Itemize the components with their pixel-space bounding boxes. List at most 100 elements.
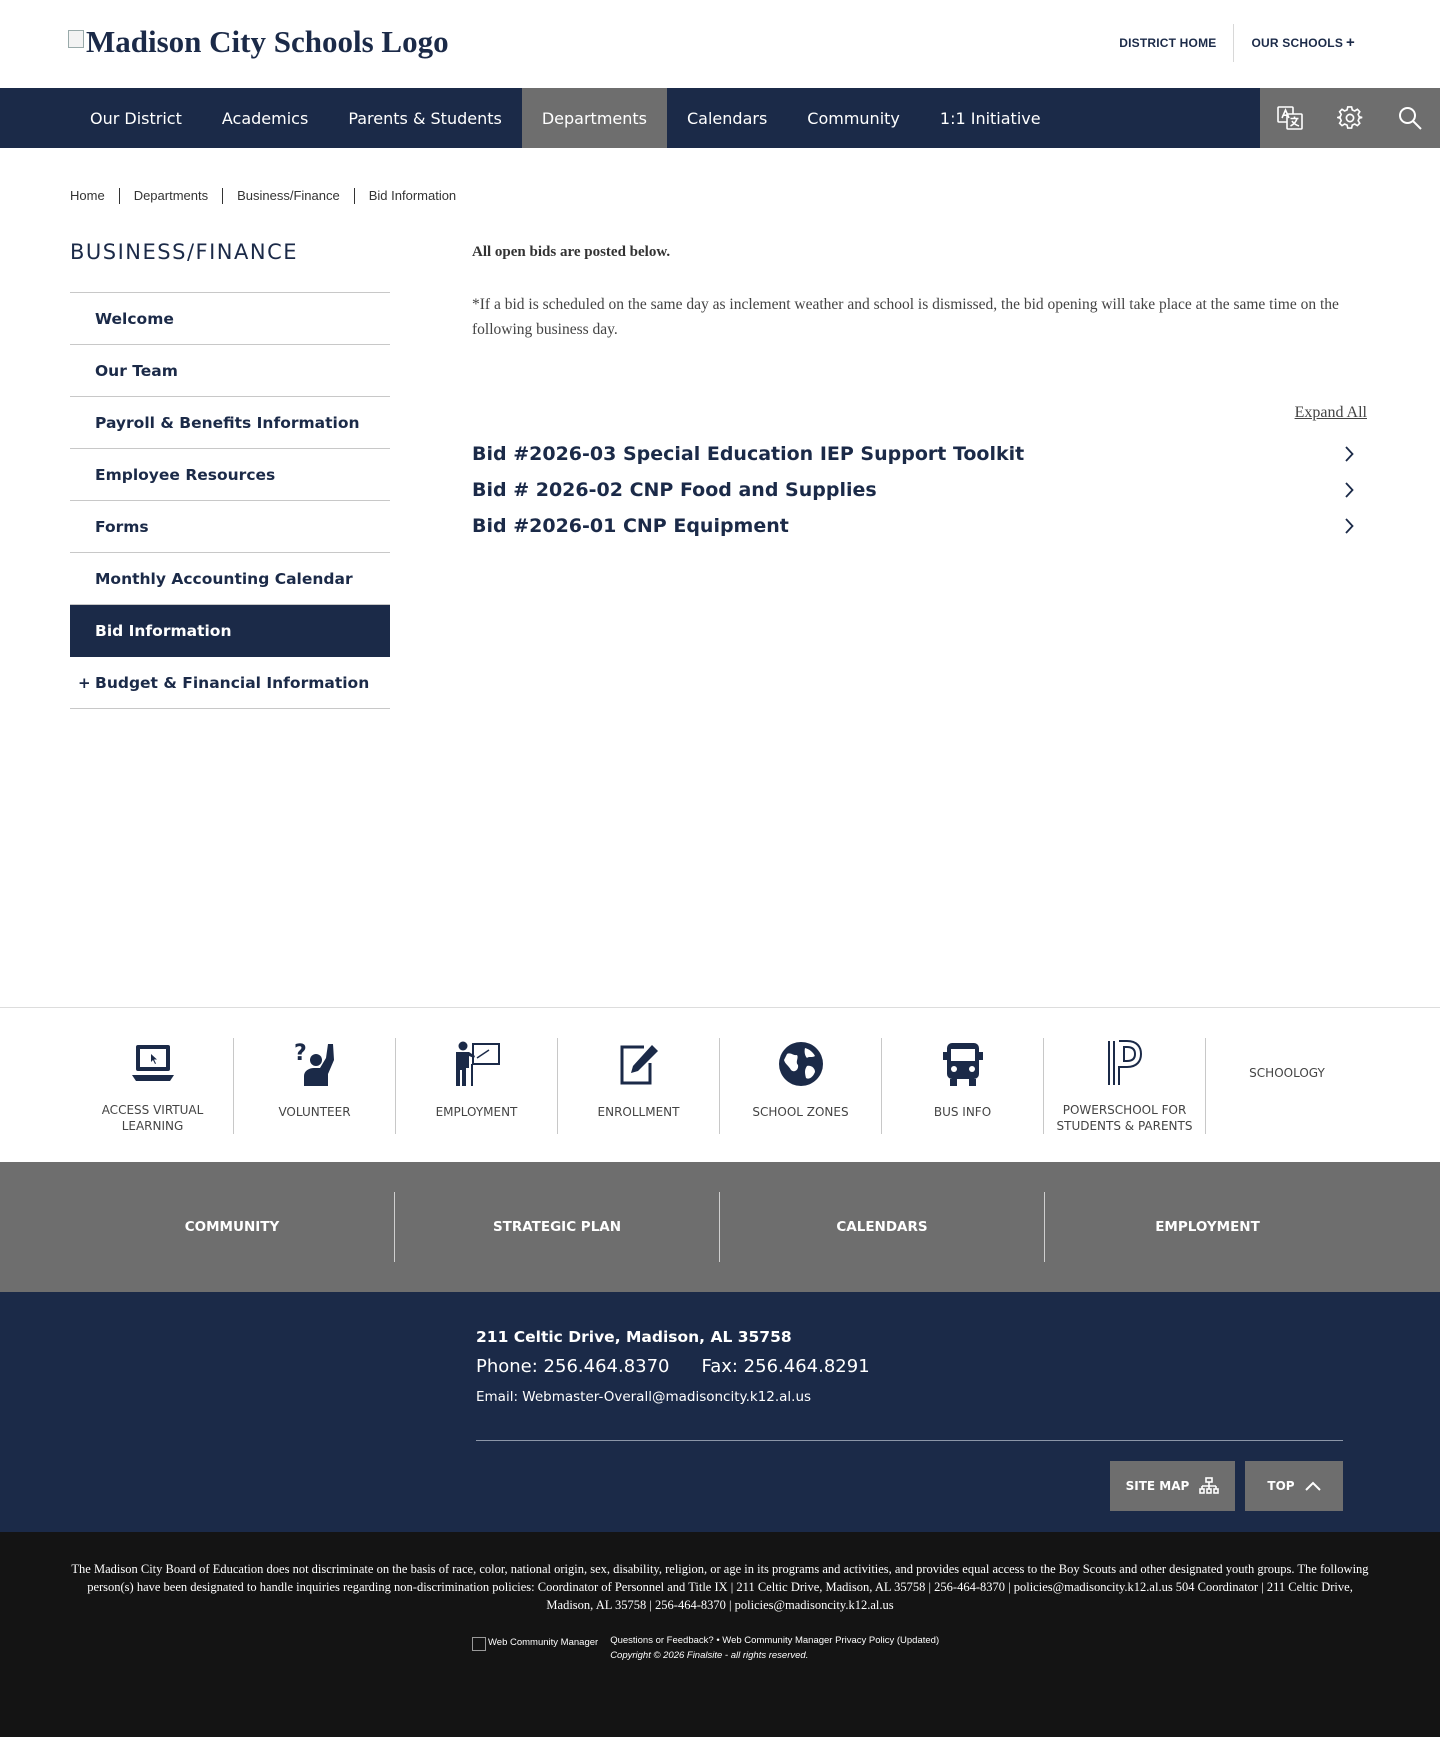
sidebar-item-bid-information[interactable]: Bid Information [70, 605, 390, 657]
nav-departments[interactable]: Departments [521, 88, 667, 148]
back-to-top-button[interactable]: TOP [1245, 1461, 1343, 1511]
breadcrumb-current: Bid Information [353, 188, 470, 204]
site-header: Madison City Schools Logo DISTRICT HOME … [0, 0, 1440, 88]
sidebar-item-employee-resources[interactable]: Employee Resources [70, 449, 390, 501]
footer-link-community[interactable]: COMMUNITY [70, 1192, 395, 1262]
nav-our-district[interactable]: Our District [70, 88, 202, 148]
sidebar-item-forms[interactable]: Forms [70, 501, 390, 553]
nav-one-to-one-initiative[interactable]: 1:1 Initiative [920, 88, 1061, 148]
nav-community[interactable]: Community [787, 88, 920, 148]
sidebar-item-monthly-accounting-calendar[interactable]: Monthly Accounting Calendar [70, 553, 390, 605]
bid-item-2026-03[interactable]: Bid #2026-03 Special Education IEP Suppo… [472, 436, 1367, 472]
main-navigation: Our District Academics Parents & Student… [0, 88, 1440, 148]
broken-image-icon [68, 30, 84, 48]
bus-icon [937, 1038, 989, 1090]
nav-parents-students[interactable]: Parents & Students [328, 88, 522, 148]
chevron-up-icon [1304, 1481, 1321, 1491]
quick-link-school-zones[interactable]: SCHOOL ZONES [720, 1038, 882, 1134]
footer-divider [476, 1440, 1343, 1441]
pencil-form-icon [613, 1038, 665, 1090]
expand-plus-icon[interactable]: + [78, 674, 91, 692]
powerschool-icon [1099, 1038, 1151, 1088]
site-map-label: SITE MAP [1125, 1479, 1190, 1493]
wcm-links: Questions or Feedback? • Web Community M… [610, 1635, 939, 1661]
sidebar-item-payroll-benefits[interactable]: Payroll & Benefits Information [70, 397, 390, 449]
quick-link-schoology[interactable]: SCHOOLOGY [1206, 1038, 1368, 1134]
bid-title: Bid #2026-03 Special Education IEP Suppo… [472, 443, 1025, 465]
sidebar-item-budget-financial[interactable]: + Budget & Financial Information [70, 657, 390, 709]
web-community-manager-block: Web Community Manager Questions or Feedb… [472, 1635, 939, 1661]
expand-all-link[interactable]: Expand All [1295, 404, 1367, 422]
quick-link-volunteer[interactable]: ? VOLUNTEER [234, 1038, 396, 1134]
globe-icon [775, 1038, 827, 1090]
phone-fax: Phone: 256.464.8370 Fax: 256.464.8291 [476, 1356, 870, 1377]
settings-button[interactable] [1320, 88, 1380, 148]
quick-link-label: EMPLOYMENT [435, 1105, 518, 1119]
quick-link-label: POWERSCHOOL FOR STUDENTS & PARENTS [1056, 1103, 1193, 1133]
district-logo[interactable]: Madison City Schools Logo [68, 24, 449, 60]
sidebar-item-welcome[interactable]: Welcome [70, 293, 390, 345]
bid-item-2026-02[interactable]: Bid # 2026-02 CNP Food and Supplies [472, 472, 1367, 508]
footer-link-employment[interactable]: EMPLOYMENT [1045, 1192, 1370, 1262]
chevron-right-icon [1337, 442, 1361, 466]
sidebar-title: BUSINESS/FINANCE [70, 240, 299, 264]
site-footer: 211 Celtic Drive, Madison, AL 35758 Phon… [0, 1292, 1440, 1532]
legal-footer: The Madison City Board of Education does… [0, 1532, 1440, 1737]
quick-link-bus-info[interactable]: BUS INFO [882, 1038, 1044, 1134]
footer-link-strategic-plan[interactable]: STRATEGIC PLAN [395, 1192, 720, 1262]
our-schools-label: OUR SCHOOLS [1251, 36, 1344, 50]
contact-info: 211 Celtic Drive, Madison, AL 35758 Phon… [476, 1328, 870, 1405]
district-home-link[interactable]: DISTRICT HOME [1102, 24, 1233, 62]
teacher-board-icon [451, 1038, 503, 1090]
phone-number[interactable]: Phone: 256.464.8370 [476, 1356, 670, 1377]
weather-note: *If a bid is scheduled on the same day a… [472, 296, 1339, 338]
breadcrumb-home[interactable]: Home [70, 188, 119, 204]
translate-button[interactable] [1260, 88, 1320, 148]
quick-link-label: ACCESS VIRTUAL LEARNING [101, 1103, 204, 1133]
nav-calendars[interactable]: Calendars [667, 88, 787, 148]
breadcrumb-departments[interactable]: Departments [118, 188, 222, 204]
plus-icon: + [1346, 34, 1355, 51]
sidebar-item-label: Budget & Financial Information [95, 673, 370, 692]
wcm-alt-text: Web Community Manager [488, 1637, 599, 1648]
quick-link-label: SCHOOL ZONES [752, 1105, 849, 1119]
bid-title: Bid # 2026-02 CNP Food and Supplies [472, 479, 877, 501]
nav-academics[interactable]: Academics [202, 88, 328, 148]
sidebar-menu: Welcome Our Team Payroll & Benefits Info… [70, 292, 390, 709]
quick-link-enrollment[interactable]: ENROLLMENT [558, 1038, 720, 1134]
our-schools-link[interactable]: OUR SCHOOLS + [1234, 24, 1372, 62]
quick-links: ACCESS VIRTUAL LEARNING ? VOLUNTEER EMPL… [0, 1007, 1440, 1162]
sidebar-item-our-team[interactable]: Our Team [70, 345, 390, 397]
nav-tools [1260, 88, 1440, 148]
quick-link-label: ENROLLMENT [597, 1105, 680, 1119]
search-icon [1399, 107, 1422, 130]
chevron-right-icon [1337, 478, 1361, 502]
quick-link-virtual-learning[interactable]: ACCESS VIRTUAL LEARNING [72, 1038, 234, 1134]
breadcrumb: Home Departments Business/Finance Bid In… [70, 188, 470, 204]
svg-text:?: ? [294, 1041, 307, 1066]
main-content: All open bids are posted below. *If a bi… [472, 244, 1367, 537]
street-address: 211 Celtic Drive, Madison, AL 35758 [476, 1328, 792, 1346]
search-button[interactable] [1380, 88, 1440, 148]
quick-link-label: VOLUNTEER [278, 1105, 351, 1119]
non-discrimination-notice: The Madison City Board of Education does… [71, 1562, 1369, 1612]
footer-link-calendars[interactable]: CALENDARS [720, 1192, 1045, 1262]
quick-link-label: SCHOOLOGY [1249, 1066, 1325, 1080]
breadcrumb-business-finance[interactable]: Business/Finance [222, 188, 354, 204]
logo-alt-text: Madison City Schools Logo [86, 24, 449, 59]
site-map-button[interactable]: SITE MAP [1110, 1461, 1235, 1511]
volunteer-icon: ? [289, 1038, 341, 1090]
email-link[interactable]: Email: Webmaster-Overall@madisoncity.k12… [476, 1389, 870, 1405]
broken-image-icon [472, 1637, 486, 1651]
intro-text: All open bids are posted below. [472, 244, 671, 260]
feedback-privacy-links[interactable]: Questions or Feedback? • Web Community M… [610, 1635, 939, 1646]
utility-nav: DISTRICT HOME OUR SCHOOLS + [1102, 24, 1372, 62]
bid-accordion: Bid #2026-03 Special Education IEP Suppo… [472, 436, 1367, 544]
section-sidebar: BUSINESS/FINANCE Welcome Our Team Payrol… [70, 240, 390, 709]
wcm-logo[interactable]: Web Community Manager [472, 1637, 598, 1651]
bid-item-2026-01[interactable]: Bid #2026-01 CNP Equipment [472, 508, 1367, 544]
sitemap-icon [1199, 1477, 1220, 1494]
quick-link-powerschool[interactable]: POWERSCHOOL FOR STUDENTS & PARENTS [1044, 1038, 1206, 1134]
quick-link-label: BUS INFO [933, 1105, 992, 1119]
quick-link-employment[interactable]: EMPLOYMENT [396, 1038, 558, 1134]
